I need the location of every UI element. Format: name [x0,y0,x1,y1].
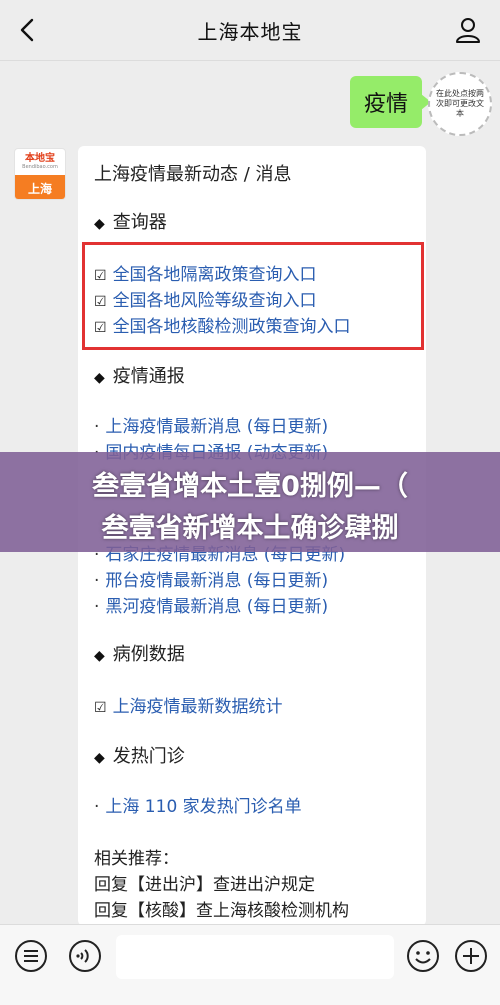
report-link-heihe[interactable]: · 黑河疫情最新消息 (每日更新) [94,592,328,617]
query-link-label: 全国各地核酸检测政策查询入口 [112,317,351,337]
fever-clinic-link[interactable]: · 上海 110 家发热门诊名单 [94,792,302,817]
fever-clinic-label: 上海 110 家发热门诊名单 [105,797,302,817]
cases-link[interactable]: ☑ 上海疫情最新数据统计 [94,692,283,717]
section-fever-heading: ◆ 发热门诊 [94,742,185,768]
query-link-risk-level[interactable]: ☑ 全国各地风险等级查询入口 [94,286,317,311]
query-link-nucleic-test[interactable]: ☑ 全国各地核酸检测政策查询入口 [94,312,351,337]
report-link-label: 黑河疫情最新消息 (每日更新) [105,597,329,617]
message-input[interactable] [116,935,394,979]
diamond-bullet-icon: ◆ [94,648,105,664]
headline-line-1: 叁壹省增本土壹0捌例—（ [92,471,408,502]
emoji-icon[interactable] [406,939,440,973]
card-title: 上海疫情最新动态 / 消息 [94,164,292,185]
report-link-xingtai[interactable]: · 邢台疫情最新消息 (每日更新) [94,566,328,591]
logo-city: 上海 [15,175,65,199]
recommend-item: 回复【核酸】查上海核酸检测机构 [94,901,349,921]
user-profile-icon[interactable] [452,14,484,46]
dot-bullet: · [94,597,100,617]
back-arrow-icon[interactable] [12,14,44,46]
account-avatar[interactable]: 本地宝 Bendibao.com 上海 [14,148,66,200]
bottom-input-bar [0,924,500,1005]
logo-url: Bendibao.com [22,164,58,170]
logo-name: 本地宝 [25,153,55,164]
dot-bullet: · [94,571,100,591]
section-query-label: 查询器 [112,212,167,233]
report-link-label: 邢台疫情最新消息 (每日更新) [105,571,329,591]
menu-list-icon[interactable] [14,939,48,973]
query-link-label: 全国各地风险等级查询入口 [112,291,317,311]
cases-link-label: 上海疫情最新数据统计 [112,697,283,717]
section-fever-label: 发热门诊 [112,746,185,767]
section-cases-label: 病例数据 [112,644,185,665]
user-avatar-sticker[interactable]: 在此处点按两次即可更改文本 [428,72,492,136]
headline-overlay-banner: 叁壹省增本土壹0捌例—（ 叁壹省新增本土确诊肆捌 [0,452,500,552]
checkbox-icon: ☑ [94,294,107,310]
sticker-text: 在此处点按两次即可更改文本 [436,89,484,118]
dot-bullet: · [94,417,100,437]
checkbox-icon: ☑ [94,700,107,716]
page-title: 上海本地宝 [197,19,303,44]
logo-top: 本地宝 Bendibao.com [15,149,65,175]
query-link-label: 全国各地隔离政策查询入口 [112,265,317,285]
recommend-item: 回复【进出沪】查进出沪规定 [94,875,315,895]
diamond-bullet-icon: ◆ [94,370,105,386]
report-link-shanghai[interactable]: · 上海疫情最新消息 (每日更新) [94,412,328,437]
report-link-label: 上海疫情最新消息 (每日更新) [105,417,329,437]
headline-line-2: 叁壹省新增本土确诊肆捌 [101,513,399,544]
diamond-bullet-icon: ◆ [94,216,105,232]
my-message-text: 疫情 [363,92,408,117]
section-query-heading: ◆ 查询器 [94,208,167,234]
section-cases-heading: ◆ 病例数据 [94,640,185,666]
voice-input-icon[interactable] [68,939,102,973]
my-message-bubble[interactable]: 疫情 [350,76,431,128]
checkbox-icon: ☑ [94,320,107,336]
query-link-isolation[interactable]: ☑ 全国各地隔离政策查询入口 [94,260,317,285]
add-plus-icon[interactable] [454,939,488,973]
recommend-label: 相关推荐： [94,849,179,869]
section-report-label: 疫情通报 [112,366,185,387]
diamond-bullet-icon: ◆ [94,750,105,766]
section-report-heading: ◆ 疫情通报 [94,362,185,388]
dot-bullet: · [94,797,100,817]
checkbox-icon: ☑ [94,268,107,284]
top-bar: 上海本地宝 [0,0,500,61]
